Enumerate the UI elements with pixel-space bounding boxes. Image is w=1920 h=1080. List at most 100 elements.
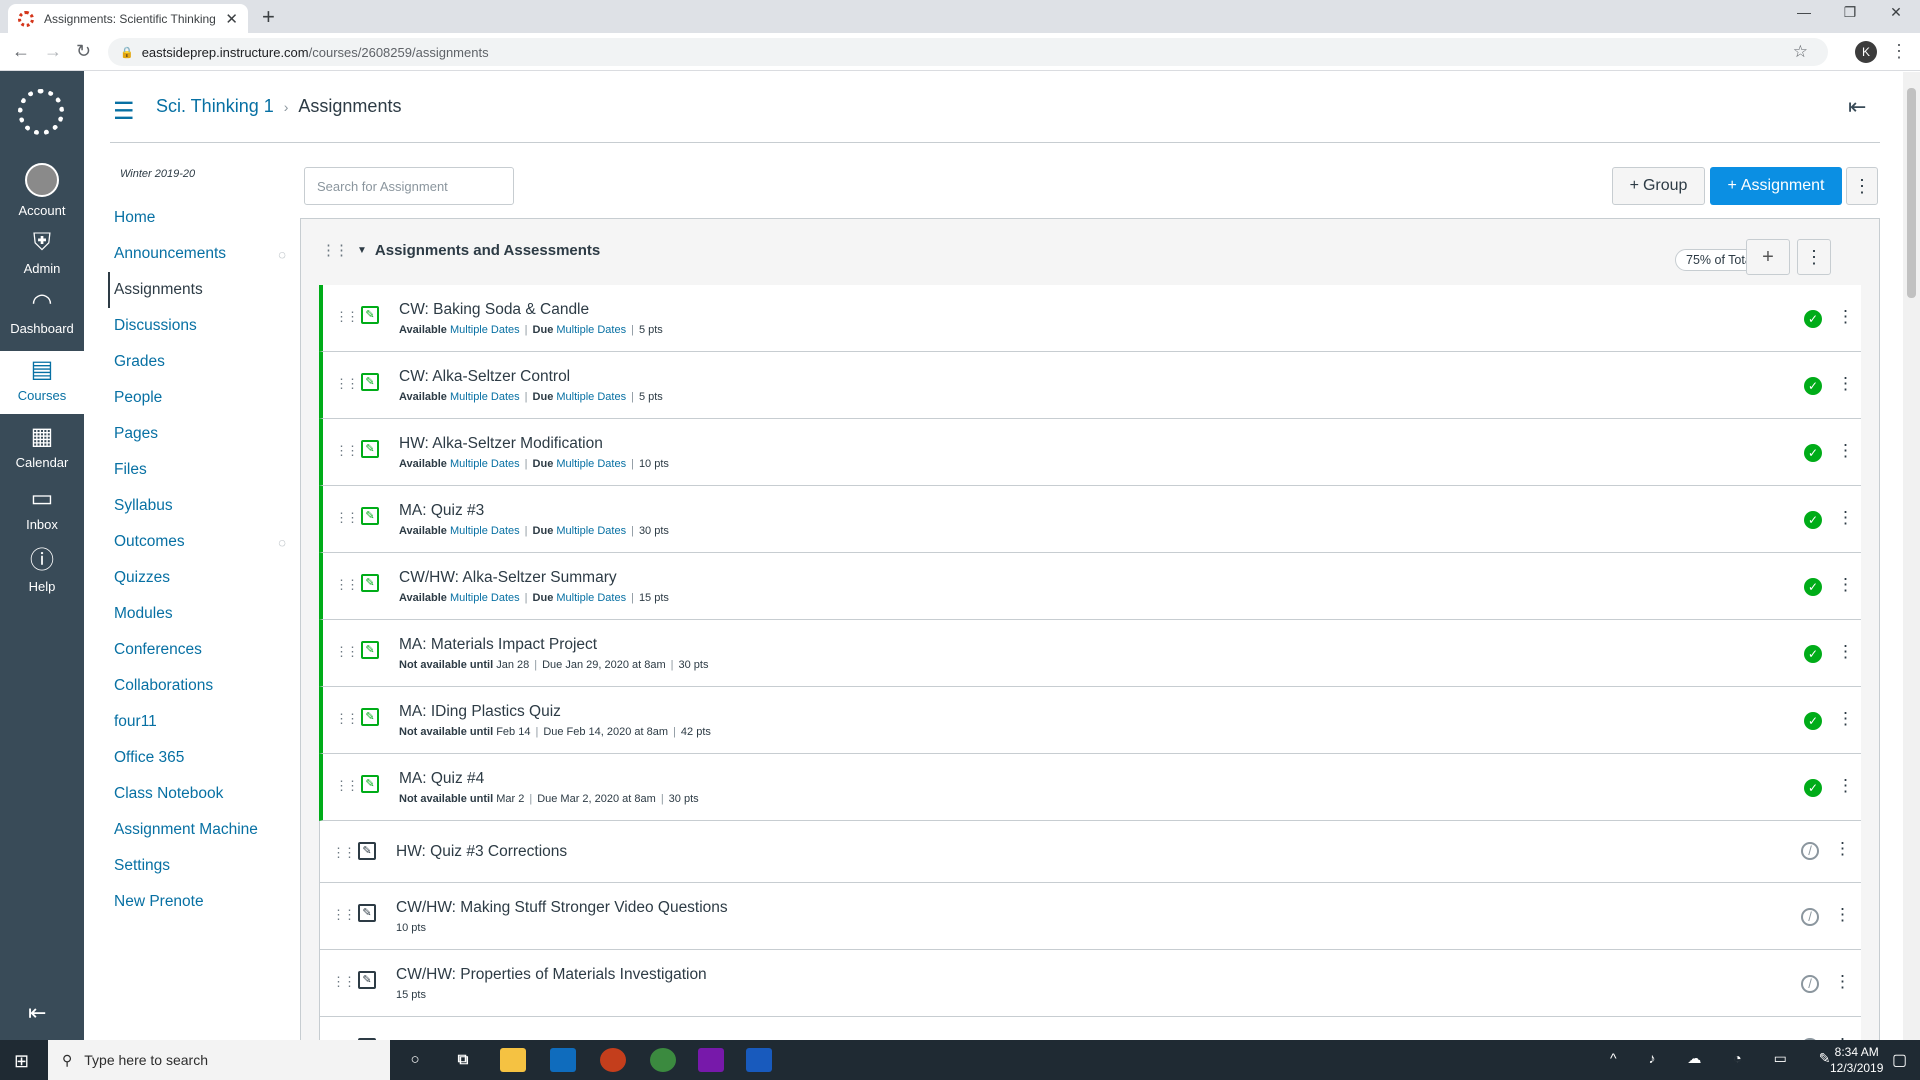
row-kebab-icon[interactable]: ⋮: [1837, 709, 1854, 729]
assignment-row[interactable]: ⋮⋮ ✎ MA: Quiz #3 Available Multiple Dates | D…: [319, 486, 1861, 553]
published-check-icon[interactable]: ✓: [1804, 444, 1822, 462]
assignment-row[interactable]: ⋮⋮ ✎ CW: Baking Soda & Candle Available Mul…: [319, 285, 1861, 352]
profile-avatar[interactable]: K: [1855, 41, 1877, 63]
minimize-icon[interactable]: —: [1784, 4, 1824, 20]
outlook-icon[interactable]: [550, 1048, 576, 1072]
drag-handle-icon[interactable]: ⋮⋮: [335, 778, 359, 794]
published-check-icon[interactable]: ✓: [1804, 645, 1822, 663]
course-nav-item[interactable]: Settings: [114, 848, 294, 884]
row-kebab-icon[interactable]: ⋮: [1837, 441, 1854, 461]
taskbar-clock[interactable]: 8:34 AM 12/3/2019: [1830, 1044, 1883, 1076]
course-nav-item[interactable]: Quizzes: [114, 560, 294, 596]
drag-handle-icon[interactable]: ⋮⋮: [321, 241, 349, 259]
assignment-row[interactable]: ⋮⋮ ✎ CW/HW: Alka-Seltzer Summary Available …: [319, 553, 1861, 620]
row-kebab-icon[interactable]: ⋮: [1837, 374, 1854, 394]
published-check-icon[interactable]: ✓: [1804, 712, 1822, 730]
multiple-dates-link[interactable]: Multiple Dates: [556, 592, 626, 604]
multiple-dates-link[interactable]: Multiple Dates: [450, 592, 520, 604]
drag-handle-icon[interactable]: ⋮⋮: [335, 376, 359, 392]
course-nav-item[interactable]: Assignment Machine: [114, 812, 294, 848]
course-nav-item[interactable]: four11: [114, 704, 294, 740]
collapse-sidebar-icon[interactable]: ⇤: [1848, 94, 1866, 120]
new-tab-icon[interactable]: +: [262, 4, 275, 30]
url-field[interactable]: 🔒 eastsideprep.instructure.com/courses/2…: [108, 38, 1828, 66]
file-explorer-icon[interactable]: [500, 1048, 526, 1072]
course-nav-item[interactable]: People: [114, 380, 294, 416]
restore-icon[interactable]: ❐: [1830, 4, 1870, 21]
global-nav-account[interactable]: Account: [0, 163, 84, 218]
course-nav-item[interactable]: Grades: [114, 344, 294, 380]
assignment-title[interactable]: CW: Alka-Seltzer Control: [399, 368, 570, 386]
assignment-row[interactable]: ⋮⋮ ✎ HW: Quiz #3 Corrections / ⋮: [319, 821, 1861, 883]
drag-handle-icon[interactable]: ⋮⋮: [335, 510, 359, 526]
assignment-row[interactable]: ⋮⋮ ✎ CW/HW: Making Stuff Stronger Video Qu…: [319, 883, 1861, 950]
row-kebab-icon[interactable]: ⋮: [1837, 776, 1854, 796]
assignment-title[interactable]: MA: IDing Plastics Quiz: [399, 703, 561, 721]
assignment-title[interactable]: MA: Quiz #3: [399, 502, 484, 520]
group-kebab-button[interactable]: ⋮: [1797, 239, 1831, 275]
add-assignment-button[interactable]: + Assignment: [1710, 167, 1842, 205]
powerpoint-icon[interactable]: [600, 1048, 626, 1072]
assignment-title[interactable]: MA: Materials Impact Project: [399, 636, 597, 654]
assignment-title[interactable]: CW/HW: Properties of Materials Investiga…: [396, 966, 707, 984]
drag-handle-icon[interactable]: ⋮⋮: [332, 907, 356, 923]
course-nav-item[interactable]: Discussions: [114, 308, 294, 344]
notifications-icon[interactable]: ▢: [1892, 1050, 1907, 1070]
published-check-icon[interactable]: ✓: [1804, 310, 1822, 328]
close-window-icon[interactable]: ✕: [1876, 4, 1916, 21]
scrollbar-thumb[interactable]: [1907, 88, 1916, 298]
chrome-icon[interactable]: [650, 1048, 676, 1072]
drag-handle-icon[interactable]: ⋮⋮: [332, 845, 356, 861]
page-scrollbar[interactable]: [1903, 72, 1920, 1040]
multiple-dates-link[interactable]: Multiple Dates: [556, 525, 626, 537]
course-nav-item[interactable]: Pages: [114, 416, 294, 452]
assignment-title[interactable]: HW: Quiz #3 Corrections: [396, 843, 567, 861]
assignment-row[interactable]: ⋮⋮ ✎ HW: Alka-Seltzer Modification Availabl…: [319, 419, 1861, 486]
assignment-row[interactable]: ⋮⋮ ✎ MA: Materials Impact Project Not avail…: [319, 620, 1861, 687]
breadcrumb-course-link[interactable]: Sci. Thinking 1: [156, 96, 274, 116]
task-view-icon[interactable]: ⧉: [450, 1048, 476, 1072]
course-nav-item[interactable]: Announcements ◌: [114, 236, 294, 272]
assignment-row[interactable]: ⋮⋮ ✎ CW: Alka-Seltzer Control Available Mul…: [319, 352, 1861, 419]
course-nav-item[interactable]: Home: [114, 200, 294, 236]
course-nav-item[interactable]: Files: [114, 452, 294, 488]
drag-handle-icon[interactable]: ⋮⋮: [335, 577, 359, 593]
multiple-dates-link[interactable]: Multiple Dates: [450, 324, 520, 336]
chrome-menu-icon[interactable]: ⋮: [1890, 41, 1908, 62]
windows-start-icon[interactable]: ⊞: [14, 1051, 29, 1072]
settings-kebab-button[interactable]: ⋮: [1846, 167, 1878, 205]
course-nav-item[interactable]: Class Notebook: [114, 776, 294, 812]
assignment-title[interactable]: CW: Baking Soda & Candle: [399, 301, 589, 319]
collapse-nav-icon[interactable]: ⇤: [28, 1000, 46, 1026]
published-check-icon[interactable]: ✓: [1804, 511, 1822, 529]
course-nav-item[interactable]: Conferences: [114, 632, 294, 668]
hamburger-menu-icon[interactable]: ☰: [113, 97, 135, 126]
drag-handle-icon[interactable]: ⋮⋮: [335, 711, 359, 727]
browser-tab[interactable]: Assignments: Scientific Thinking ✕: [8, 4, 248, 33]
canvas-logo-icon[interactable]: [18, 89, 64, 135]
search-assignment-input[interactable]: Search for Assignment: [304, 167, 514, 205]
global-nav-calendar[interactable]: ▦ Calendar: [0, 423, 84, 470]
assignment-title[interactable]: HW: Alka-Seltzer Modification: [399, 435, 603, 453]
global-nav-dashboard[interactable]: ◠ Dashboard: [0, 289, 84, 336]
add-to-group-button[interactable]: +: [1746, 239, 1790, 275]
global-nav-admin[interactable]: ⛨ Admin: [0, 229, 84, 276]
course-nav-item[interactable]: New Prenote: [114, 884, 294, 920]
course-nav-item[interactable]: Modules: [114, 596, 294, 632]
back-icon[interactable]: ←: [12, 41, 30, 62]
drag-handle-icon[interactable]: ⋮⋮: [335, 309, 359, 325]
course-nav-item[interactable]: Assignments: [108, 272, 294, 308]
cortana-icon[interactable]: ○: [402, 1048, 428, 1072]
drag-handle-icon[interactable]: ⋮⋮: [332, 974, 356, 990]
multiple-dates-link[interactable]: Multiple Dates: [450, 391, 520, 403]
assignment-row[interactable]: ⋮⋮ ✎ CW/HW: Properties of Materials Invest…: [319, 950, 1861, 1017]
assignment-title[interactable]: MA: Quiz #4: [399, 770, 484, 788]
taskbar-search-input[interactable]: ⚲ Type here to search: [48, 1040, 390, 1080]
row-kebab-icon[interactable]: ⋮: [1834, 905, 1851, 925]
reload-icon[interactable]: ↻: [76, 41, 91, 62]
onenote-icon[interactable]: [698, 1048, 724, 1072]
multiple-dates-link[interactable]: Multiple Dates: [556, 458, 626, 470]
assignment-row[interactable]: ⋮⋮ ✎ MA: IDing Plastics Quiz Not available …: [319, 687, 1861, 754]
row-kebab-icon[interactable]: ⋮: [1837, 642, 1854, 662]
assignment-title[interactable]: CW/HW: Alka-Seltzer Summary: [399, 569, 617, 587]
